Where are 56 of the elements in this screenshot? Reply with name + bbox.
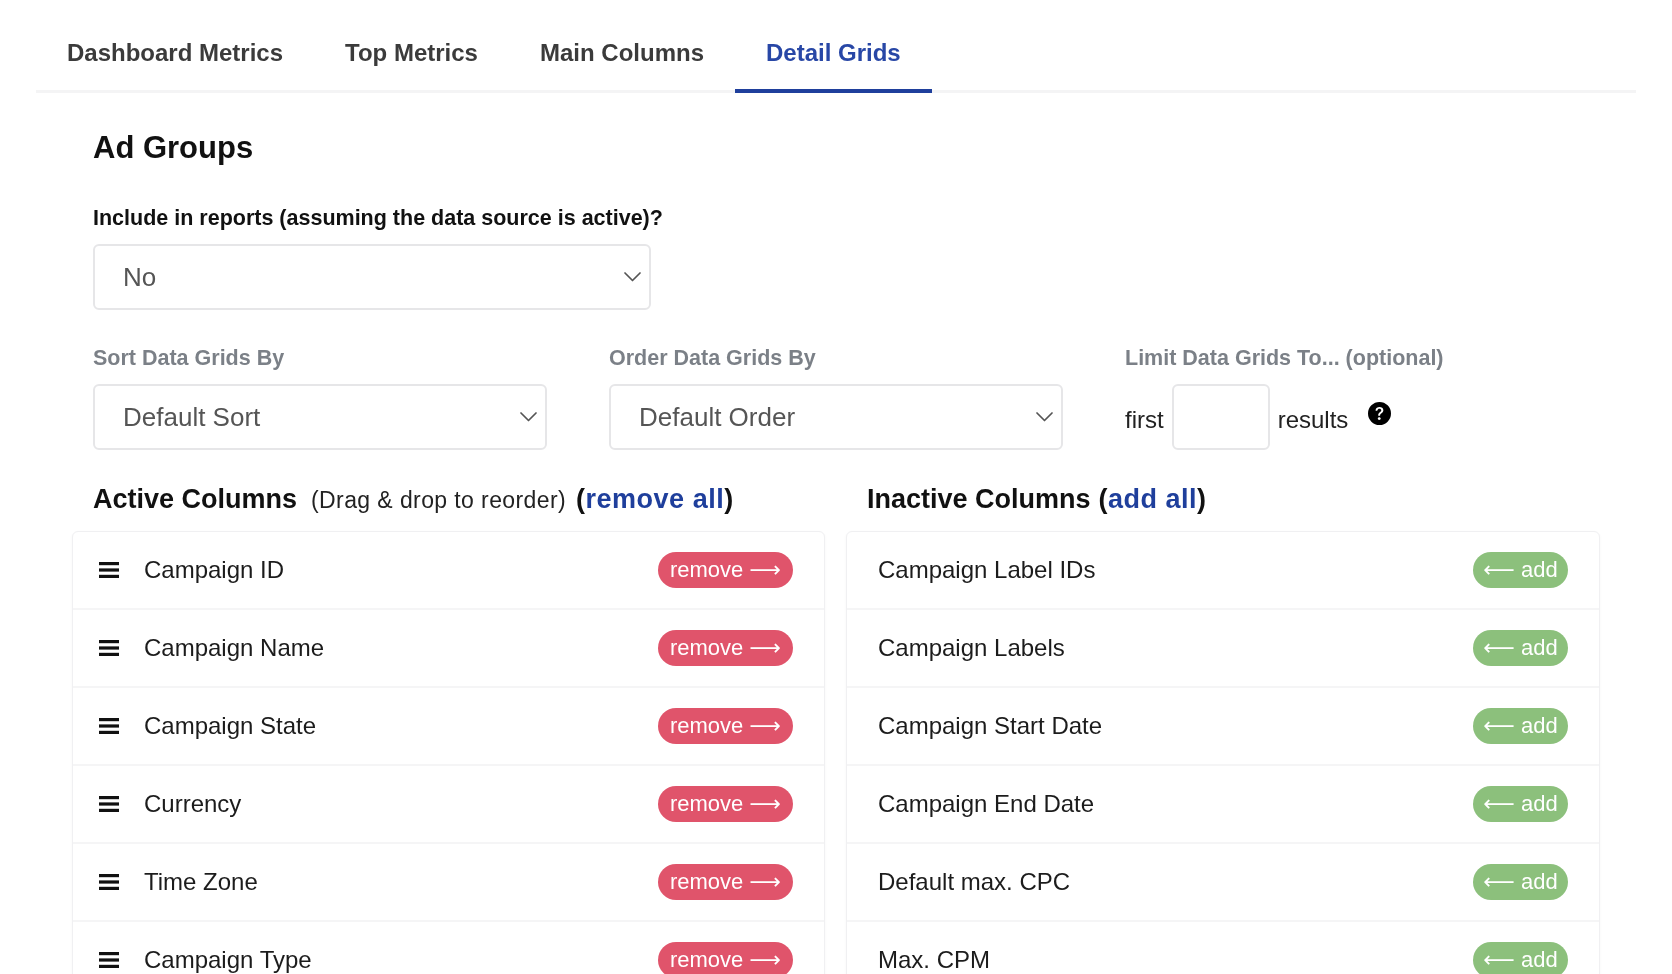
bars-icon[interactable] [99, 640, 119, 656]
bars-icon[interactable] [99, 718, 119, 734]
field-label: Include in reports (assuming the data source is active)? [93, 205, 664, 231]
limit-input[interactable] [1171, 384, 1270, 450]
bars-icon[interactable] [99, 796, 119, 812]
tab[interactable]: Main Columns [508, 0, 735, 93]
field-label: Order Data Grids By [609, 345, 817, 371]
limit-suffix-text: results [1277, 406, 1349, 434]
column-name: Campaign Labels [878, 636, 1065, 660]
remove-all-link[interactable]: remove all [585, 484, 725, 514]
add-button[interactable]: ⟵ add [1473, 942, 1568, 974]
section-title: Ad Groups [93, 129, 255, 167]
column-name: Campaign End Date [878, 792, 1095, 816]
order-select[interactable]: Default Order [609, 384, 1063, 450]
remove-button[interactable]: remove ⟶ [658, 864, 793, 900]
add-button[interactable]: ⟵ add [1473, 552, 1568, 588]
column-name: Campaign Type [144, 948, 312, 972]
column-list-title: Inactive Columns [867, 484, 1091, 515]
column-name: Campaign Label IDs [878, 558, 1096, 582]
sort-select[interactable]: Default Sort [93, 384, 547, 450]
column-name: Time Zone [144, 870, 258, 894]
limit-prefix-text: first [1125, 406, 1164, 434]
remove-button[interactable]: remove ⟶ [658, 942, 793, 974]
bulk-action-text: (add all) [1098, 484, 1207, 515]
bulk-action-text: (remove all) [576, 484, 734, 515]
remove-button[interactable]: remove ⟶ [658, 630, 793, 666]
column-name: Campaign Name [144, 636, 325, 660]
add-button[interactable]: ⟵ add [1473, 786, 1568, 822]
bars-icon[interactable] [99, 952, 119, 968]
column-list-title: Active Columns [93, 484, 298, 515]
tab[interactable]: Detail Grids [735, 0, 932, 93]
chevron-down-icon [624, 272, 641, 282]
tab[interactable]: Top Metrics [314, 0, 509, 93]
add-button[interactable]: ⟵ add [1473, 630, 1568, 666]
column-name: Campaign ID [144, 558, 285, 582]
chevron-down-icon [520, 412, 537, 422]
tab[interactable]: Dashboard Metrics [36, 0, 315, 93]
help-icon[interactable] [1368, 401, 1392, 425]
column-name: Default max. CPC [878, 870, 1071, 894]
add-button[interactable]: ⟵ add [1473, 864, 1568, 900]
column-name: Campaign Start Date [878, 714, 1103, 738]
include-select[interactable]: No [93, 244, 651, 310]
add-all-link[interactable]: add all [1108, 484, 1198, 514]
remove-button[interactable]: remove ⟶ [658, 708, 793, 744]
remove-button[interactable]: remove ⟶ [658, 786, 793, 822]
remove-button[interactable]: remove ⟶ [658, 552, 793, 588]
column-name: Currency [144, 792, 242, 816]
bars-icon[interactable] [99, 874, 119, 890]
column-name: Max. CPM [878, 948, 990, 972]
field-label: Sort Data Grids By [93, 345, 286, 371]
chevron-down-icon [1036, 412, 1053, 422]
bars-icon[interactable] [99, 562, 119, 578]
column-name: Campaign State [144, 714, 317, 738]
field-label: Limit Data Grids To... (optional) [1125, 345, 1444, 371]
add-button[interactable]: ⟵ add [1473, 708, 1568, 744]
drag-hint-text: (Drag & drop to reorder) [311, 487, 567, 514]
